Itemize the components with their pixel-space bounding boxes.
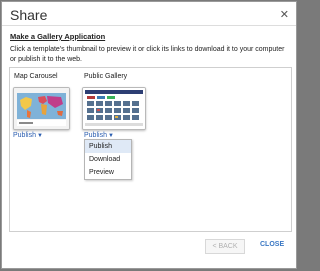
publish-link-public-gallery[interactable]: Publish▼: [84, 132, 114, 139]
instructions-text: Click a template's thumbnail to preview …: [10, 46, 285, 63]
publish-link-map-carousel[interactable]: Publish▼: [13, 132, 43, 139]
menu-item-download[interactable]: Download: [85, 153, 131, 166]
close-button[interactable]: CLOSE: [260, 241, 284, 248]
thumbnail-map-carousel[interactable]: [13, 87, 70, 130]
template-title-map-carousel: Map Carousel: [14, 73, 58, 80]
menu-item-preview[interactable]: Preview: [85, 166, 131, 179]
menu-item-publish[interactable]: Publish: [85, 140, 131, 153]
publish-label: Publish: [84, 132, 107, 139]
title-divider: [2, 25, 296, 26]
chevron-down-icon: ▼: [36, 133, 43, 139]
dialog-title: Share: [10, 7, 48, 23]
back-button[interactable]: < BACK: [205, 239, 245, 254]
share-dialog: Share ✕ Make a Gallery Application Click…: [1, 1, 297, 269]
template-title-public-gallery: Public Gallery: [84, 73, 128, 80]
publish-dropdown-menu: Publish Download Preview: [84, 139, 132, 180]
close-icon[interactable]: ✕: [280, 8, 289, 21]
section-subtitle: Make a Gallery Application: [10, 32, 106, 41]
publish-label: Publish: [13, 132, 36, 139]
templates-panel: Map Carousel Publish▼ Public Gallery Pub…: [9, 67, 292, 232]
thumbnail-public-gallery[interactable]: [82, 87, 146, 130]
